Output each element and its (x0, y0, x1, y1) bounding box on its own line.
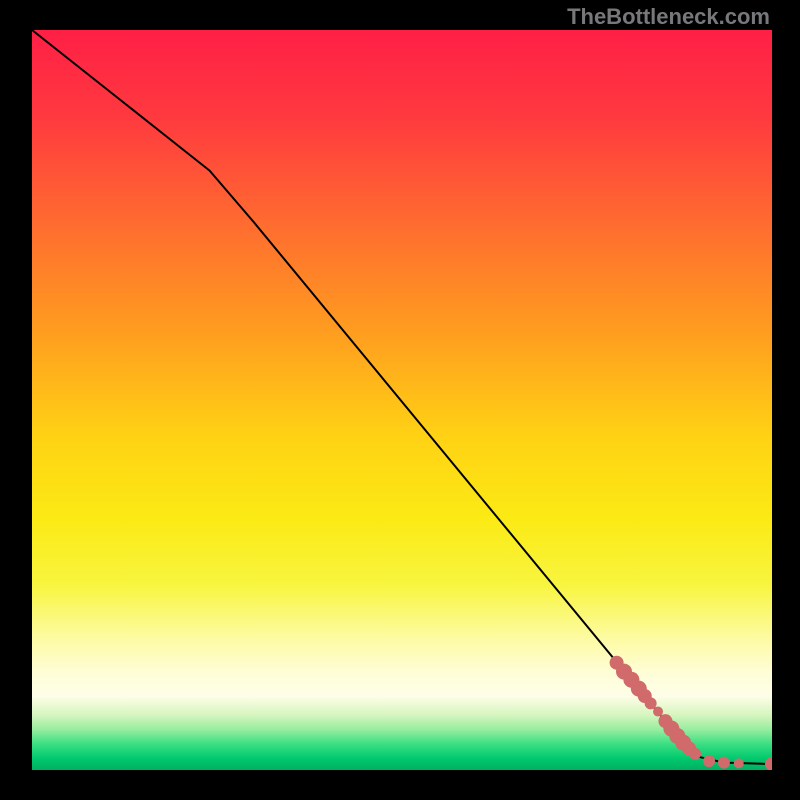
watermark-label: TheBottleneck.com (567, 4, 770, 30)
data-point (645, 697, 657, 709)
plot-area (32, 30, 772, 770)
data-point (689, 748, 701, 760)
data-point (734, 758, 744, 768)
data-point (718, 757, 730, 769)
chart-container: TheBottleneck.com (0, 0, 800, 800)
gradient-background (32, 30, 772, 770)
data-point (653, 707, 663, 717)
data-point (703, 755, 715, 767)
chart-svg (32, 30, 772, 770)
